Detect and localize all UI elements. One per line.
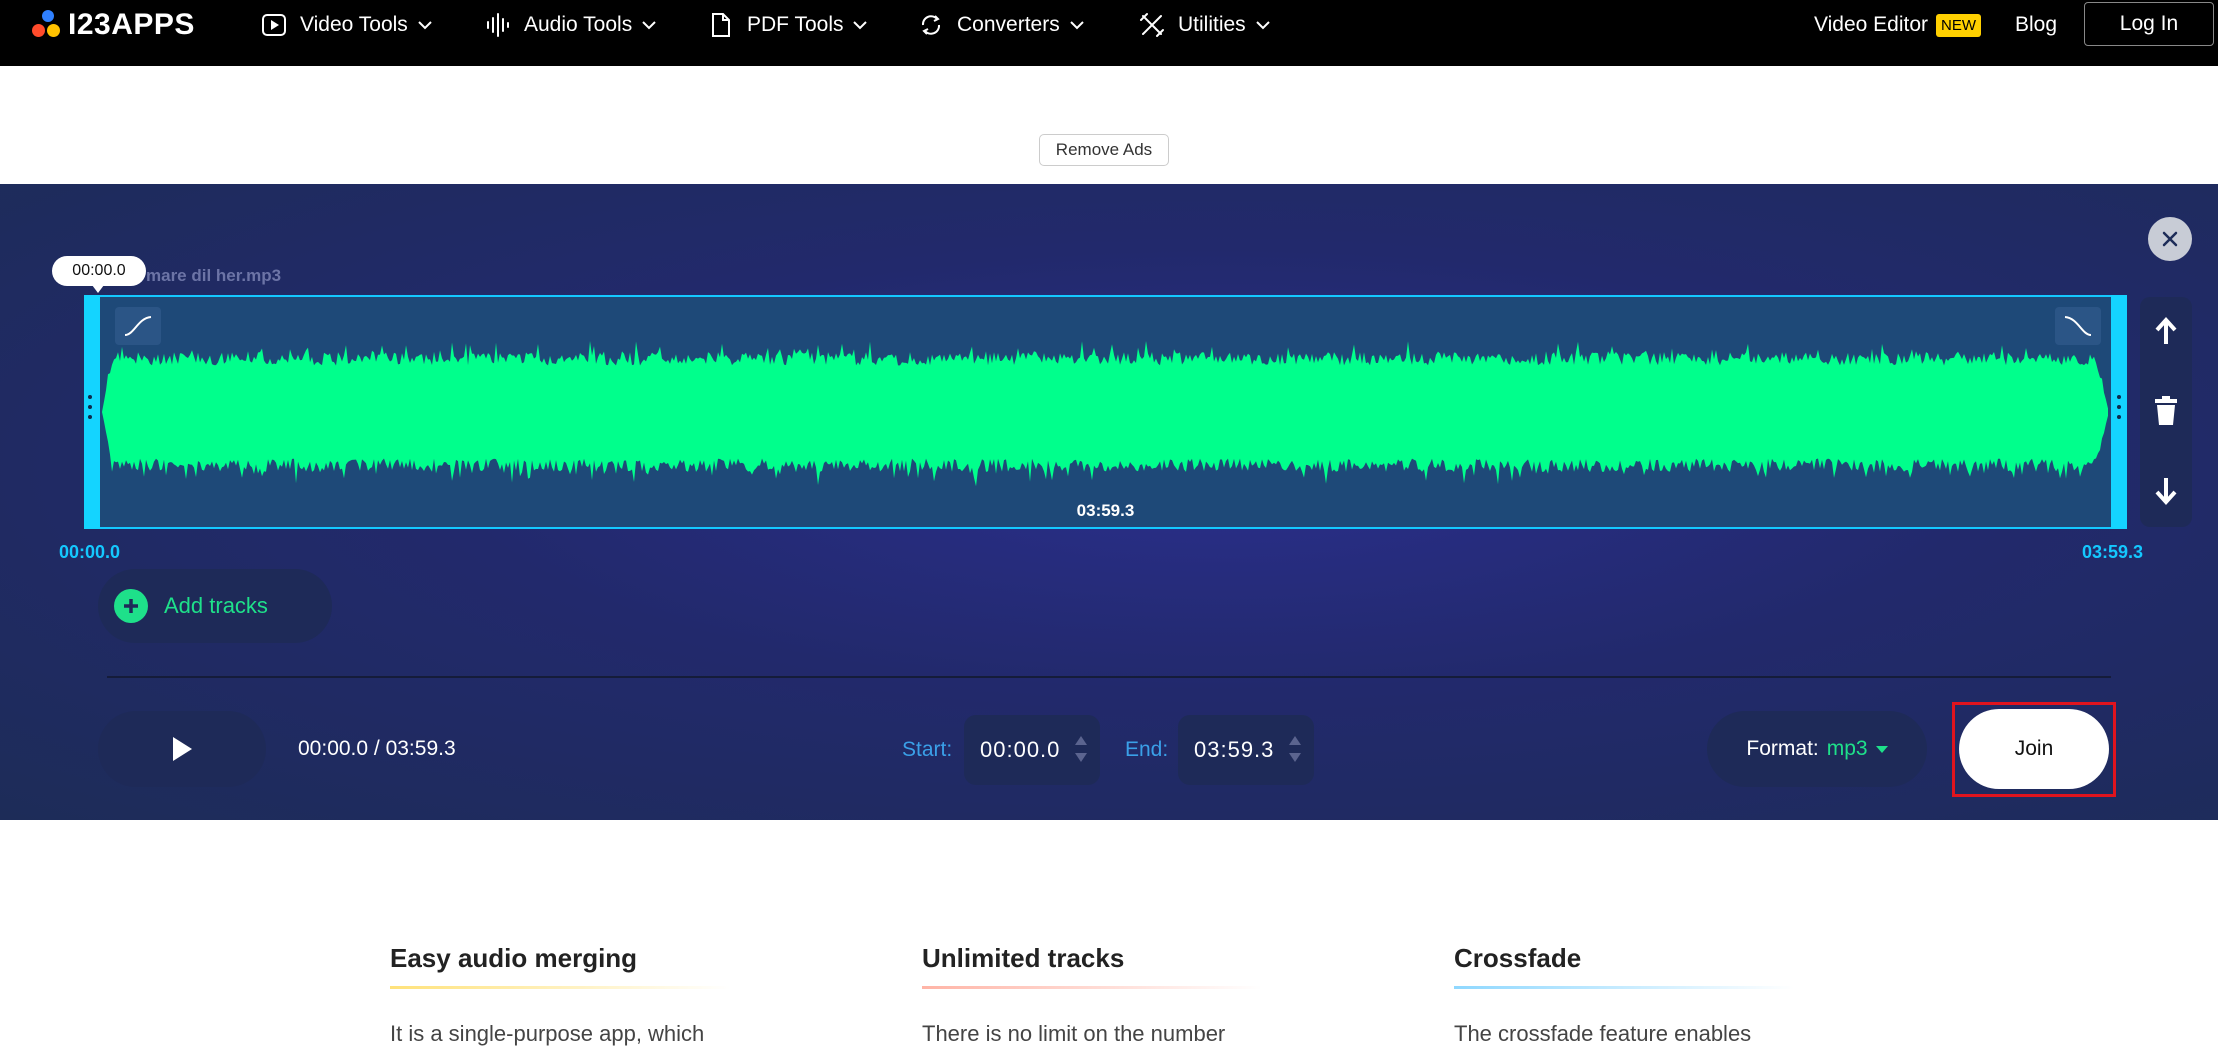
new-badge: NEW bbox=[1936, 13, 1982, 37]
feature-unlimited-tracks: Unlimited tracks There is no limit on th… bbox=[922, 943, 1292, 1047]
format-label: Format: bbox=[1746, 737, 1819, 760]
video-icon bbox=[260, 11, 288, 39]
feature-crossfade: Crossfade The crossfade feature enables bbox=[1454, 943, 1824, 1047]
audio-track[interactable]: 03:59.3 bbox=[84, 295, 2127, 529]
trim-handle-left[interactable] bbox=[84, 295, 100, 529]
login-button[interactable]: Log In bbox=[2084, 2, 2214, 46]
video-editor-link[interactable]: Video Editor NEW bbox=[1814, 10, 1982, 40]
range-end-time: 03:59.3 bbox=[2082, 542, 2144, 562]
waveform-shape bbox=[102, 341, 2108, 487]
feature-text: There is no limit on the number bbox=[922, 1021, 1226, 1046]
chevron-down-icon bbox=[1069, 21, 1084, 30]
feature-easy-merging: Easy audio merging It is a single-purpos… bbox=[390, 943, 760, 1047]
remove-ads-button[interactable]: Remove Ads bbox=[1039, 134, 1169, 166]
format-select[interactable]: Format: mp3 bbox=[1707, 711, 1927, 787]
caret-down-icon bbox=[1875, 745, 1888, 753]
feature-title: Unlimited tracks bbox=[922, 943, 1125, 973]
arrow-up-icon bbox=[2155, 317, 2177, 344]
logo-icon bbox=[32, 10, 62, 40]
track-file-name: mare dil her.mp3 bbox=[146, 266, 282, 285]
nav-label: Utilities bbox=[1178, 13, 1246, 36]
fade-out-icon bbox=[2064, 316, 2092, 336]
fade-in-icon bbox=[124, 316, 152, 336]
logo-text: I23APPS bbox=[68, 8, 195, 41]
close-icon bbox=[2162, 231, 2178, 247]
nav-pdf-tools[interactable]: PDF Tools bbox=[707, 8, 869, 42]
move-up-button[interactable] bbox=[2140, 303, 2192, 359]
chevron-down-icon bbox=[642, 21, 656, 30]
blog-link[interactable]: Blog bbox=[2015, 10, 2057, 40]
document-icon bbox=[707, 11, 735, 39]
plus-icon bbox=[114, 589, 148, 623]
tools-icon bbox=[1138, 11, 1166, 39]
end-time-value: 03:59.3 bbox=[1194, 737, 1275, 762]
nav-audio-tools[interactable]: Audio Tools bbox=[484, 8, 658, 42]
nav-label: Audio Tools bbox=[524, 13, 633, 36]
stepper-icon[interactable] bbox=[1074, 729, 1088, 769]
feature-underline bbox=[922, 986, 1262, 989]
delete-track-button[interactable] bbox=[2140, 383, 2192, 439]
audio-wave-icon bbox=[484, 11, 512, 39]
track-tools bbox=[2140, 297, 2192, 527]
join-button[interactable]: Join bbox=[1959, 709, 2109, 789]
play-icon bbox=[173, 737, 192, 761]
current-time: 00:00.0 / 03:59.3 bbox=[298, 737, 456, 760]
start-label: Start: bbox=[902, 738, 953, 761]
grip-icon bbox=[88, 395, 92, 423]
range-start-time: 00:00.0 bbox=[59, 542, 121, 562]
trim-handle-right[interactable] bbox=[2111, 295, 2127, 529]
chevron-down-icon bbox=[853, 21, 868, 30]
close-button[interactable] bbox=[2148, 217, 2192, 261]
feature-underline bbox=[390, 986, 730, 989]
chevron-down-icon bbox=[1255, 21, 1270, 30]
play-button[interactable] bbox=[98, 711, 266, 787]
playhead-time: 00:00.0 bbox=[52, 256, 146, 293]
nav-label: Converters bbox=[957, 13, 1060, 36]
arrow-down-icon bbox=[2155, 478, 2177, 505]
nav-converters[interactable]: Converters bbox=[917, 8, 1086, 42]
app-logo[interactable]: I23APPS bbox=[32, 8, 195, 41]
add-tracks-button[interactable]: Add tracks bbox=[98, 569, 332, 643]
top-navigation: I23APPS Video Tools Audio Tools PDF Tool… bbox=[0, 0, 2218, 66]
format-value: mp3 bbox=[1826, 737, 1868, 760]
move-down-button[interactable] bbox=[2140, 463, 2192, 519]
nav-label: PDF Tools bbox=[747, 13, 844, 36]
trash-icon bbox=[2155, 396, 2177, 425]
end-time-input[interactable]: 03:59.3 bbox=[1178, 715, 1314, 785]
nav-label: Video Tools bbox=[300, 13, 408, 36]
start-time-value: 00:00.0 bbox=[980, 737, 1061, 762]
audio-joiner-editor: 00:00.0 mare dil her.mp3 03:59.3 00:00.0… bbox=[0, 184, 2218, 820]
nav-utilities[interactable]: Utilities bbox=[1138, 8, 1272, 42]
feature-title: Easy audio merging bbox=[390, 943, 638, 973]
divider bbox=[107, 676, 2111, 678]
chevron-down-icon bbox=[418, 21, 432, 30]
convert-icon bbox=[917, 11, 945, 39]
feature-text: The crossfade feature enables bbox=[1454, 1021, 1752, 1046]
feature-text: It is a single-purpose app, which bbox=[390, 1021, 705, 1046]
waveform bbox=[102, 341, 2108, 487]
stepper-icon[interactable] bbox=[1288, 729, 1302, 769]
nav-video-tools[interactable]: Video Tools bbox=[260, 8, 434, 42]
end-label: End: bbox=[1125, 738, 1169, 761]
feature-underline bbox=[1454, 986, 1794, 989]
video-editor-label: Video Editor bbox=[1814, 13, 1929, 36]
grip-icon bbox=[2117, 395, 2121, 423]
feature-title: Crossfade bbox=[1454, 943, 1582, 973]
track-duration: 03:59.3 bbox=[1076, 501, 1135, 520]
add-tracks-label: Add tracks bbox=[164, 593, 268, 618]
start-time-input[interactable]: 00:00.0 bbox=[964, 715, 1100, 785]
